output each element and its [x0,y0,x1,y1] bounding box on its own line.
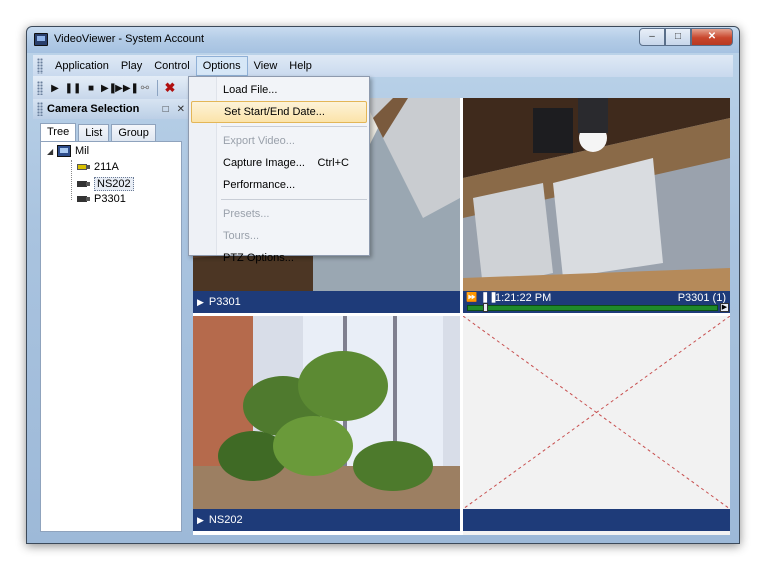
stop-icon[interactable]: ■ [82,79,100,97]
menu-view[interactable]: View [248,57,284,75]
menu-item-capture-image[interactable]: Capture Image... Ctrl+C [191,152,367,174]
menu-item-tours: Tours... [223,230,260,242]
options-menu: Load File... Set Start/End Date... Expor… [188,76,370,264]
camera-name: P3301 (1) [677,292,726,304]
pin-icon[interactable]: □ [163,104,169,115]
tree-camera-label: NS202 [94,177,134,191]
window-controls: – □ ✕ [639,28,733,46]
toolbar-separator [157,80,158,96]
menu-item-label: Capture Image... [223,157,305,169]
tree-node-camera[interactable]: P3301 [75,193,126,205]
menu-help[interactable]: Help [283,57,318,75]
video-caption [463,509,730,531]
minimize-button[interactable]: – [639,28,665,46]
tree-connector [71,160,72,200]
camera-name: NS202 [208,514,243,526]
panel-grip-icon[interactable] [37,102,43,116]
panel-title: Camera Selection [47,103,140,115]
tab-list[interactable]: List [78,124,110,141]
menu-play[interactable]: Play [115,57,148,75]
video-caption: ▶ NS202 [193,509,460,531]
app-icon [34,33,48,46]
close-stream-icon[interactable]: ✖ [161,79,179,97]
playback-time: 1:21:22 PM [495,292,552,304]
play-indicator-icon[interactable]: ▶ [197,515,204,526]
video-cell-bottom-left[interactable]: ▶ NS202 [193,316,460,535]
tree-node-root[interactable]: ◢ Mil [47,145,89,157]
binoculars-icon[interactable]: ⚯ [136,79,154,97]
computer-icon [57,145,71,157]
video-cell-empty[interactable] [463,316,730,535]
camera-icon [75,179,91,189]
menu-item-export-video: Export Video... [223,135,295,147]
camera-selection-header: Camera Selection □ ✕ [33,99,189,119]
timeline-thumb[interactable] [483,303,488,312]
empty-cell-x-icon [463,316,730,509]
camera-icon [75,162,91,172]
timeline-end-icon[interactable]: ▶ [720,303,729,312]
toolbar-grip-icon[interactable] [37,81,43,95]
menu-application[interactable]: Application [49,57,115,75]
camera-name: P3301 [208,296,241,308]
playback-toolbar: ▶ ❚❚ ■ ▶❚ ▶▶❚ ⚯ ✖ [33,76,189,100]
menu-control[interactable]: Control [148,57,195,75]
tree-root-label: Mil [75,145,90,157]
tree-node-camera[interactable]: NS202 [75,177,134,191]
title-bar[interactable]: VideoViewer - System Account – □ ✕ [27,27,739,53]
maximize-button[interactable]: □ [665,28,691,46]
close-button[interactable]: ✕ [691,28,733,46]
video-frame [193,316,460,509]
tab-tree[interactable]: Tree [40,123,77,142]
menu-separator [221,199,367,200]
play-icon[interactable]: ▶ [46,79,64,97]
menu-item-ptz-options[interactable]: PTZ Options... [191,247,367,269]
menu-bar: Application Play Control Options View He… [33,55,733,77]
tab-group[interactable]: Group [111,124,156,141]
video-cell-top-right[interactable]: ⏩ ❚❚ 1:21:22 PM P3301 (1) ▶ [463,98,730,313]
tree-node-camera[interactable]: 211A [75,161,119,173]
window-title: VideoViewer - System Account [54,33,205,45]
playback-bar: ⏩ ❚❚ 1:21:22 PM P3301 (1) ▶ [463,291,730,313]
camera-tree: ◢ Mil 211A NS202 P3301 [40,141,182,532]
fast-forward-icon[interactable]: ⏩ [466,292,477,303]
menu-item-set-start-end-date[interactable]: Set Start/End Date... [191,101,367,123]
tree-camera-label: 211A [94,161,119,173]
menubar-grip-icon[interactable] [37,58,43,74]
panel-tabs: Tree List Group [40,123,212,142]
panel-close-icon[interactable]: ✕ [177,104,185,115]
video-caption: ▶ P3301 [193,291,460,313]
menu-item-performance[interactable]: Performance... [191,174,367,196]
menu-separator [221,126,367,127]
pause-icon[interactable]: ❚❚ [64,79,82,97]
collapse-icon[interactable]: ◢ [47,147,57,156]
menu-item-presets: Presets... [223,208,270,220]
menu-options[interactable]: Options [195,56,248,76]
play-indicator-icon[interactable]: ▶ [197,297,204,308]
video-frame [463,98,730,291]
timeline-slider[interactable] [467,305,718,311]
tree-camera-label: P3301 [94,193,126,205]
camera-icon [75,194,91,204]
menu-item-load-file[interactable]: Load File... [191,79,367,101]
menu-shortcut: Ctrl+C [317,157,349,169]
skip-forward-icon[interactable]: ▶▶❚ [115,79,139,97]
